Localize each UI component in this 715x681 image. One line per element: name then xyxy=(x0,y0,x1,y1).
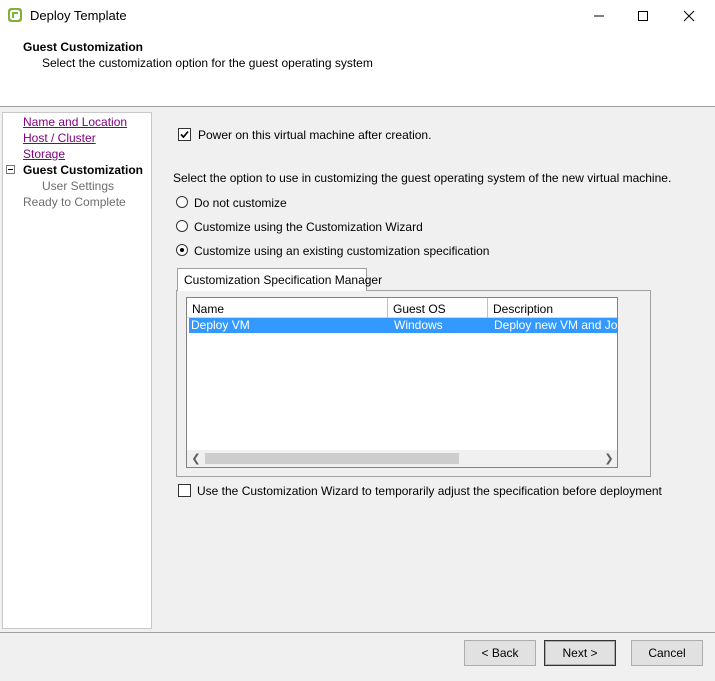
cell-guest-os: Windows xyxy=(394,318,443,332)
next-button[interactable]: Next > xyxy=(544,640,616,666)
radio-customization-wizard[interactable] xyxy=(176,220,188,232)
radio-do-not-customize[interactable] xyxy=(176,196,188,208)
cell-description: Deploy new VM and Join t xyxy=(494,318,618,332)
checkmark-icon xyxy=(180,130,189,139)
specification-table[interactable]: Name Guest OS Description Deploy VM Wind… xyxy=(186,297,618,468)
radio-do-not-customize-label[interactable]: Do not customize xyxy=(194,196,287,210)
back-button[interactable]: < Back xyxy=(464,640,536,666)
wizard-adjust-label: Use the Customization Wizard to temporar… xyxy=(197,484,662,498)
cell-name: Deploy VM xyxy=(191,318,250,332)
scrollbar-thumb[interactable] xyxy=(205,453,459,464)
close-icon xyxy=(683,10,695,21)
close-button[interactable] xyxy=(666,0,712,31)
scroll-right-icon[interactable]: ❯ xyxy=(603,452,615,465)
collapse-icon[interactable] xyxy=(6,165,15,174)
instruction-text: Select the option to use in customizing … xyxy=(173,171,672,185)
step-host-cluster[interactable]: Host / Cluster xyxy=(23,131,96,145)
wizard-adjust-checkbox[interactable] xyxy=(178,484,191,497)
radio-existing-specification-label[interactable]: Customize using an existing customizatio… xyxy=(194,244,489,258)
maximize-icon xyxy=(638,10,648,21)
step-storage[interactable]: Storage xyxy=(23,147,65,161)
radio-customization-wizard-label[interactable]: Customize using the Customization Wizard xyxy=(194,220,423,234)
column-header-description[interactable]: Description xyxy=(488,298,617,318)
scroll-left-icon[interactable]: ❮ xyxy=(190,452,202,465)
footer-divider xyxy=(0,632,715,633)
horizontal-scrollbar[interactable]: ❮ ❯ xyxy=(187,450,617,467)
vsphere-app-icon xyxy=(8,8,22,22)
minimize-icon xyxy=(594,15,604,16)
step-ready-to-complete: Ready to Complete xyxy=(23,195,126,209)
power-on-checkbox[interactable] xyxy=(178,128,191,141)
power-on-label: Power on this virtual machine after crea… xyxy=(198,128,432,142)
column-header-name[interactable]: Name xyxy=(187,298,388,318)
step-guest-customization: Guest Customization xyxy=(23,163,144,177)
page-subtitle: Select the customization option for the … xyxy=(42,56,373,70)
title-bar: Deploy Template xyxy=(0,0,715,31)
page-title: Guest Customization xyxy=(23,40,144,54)
tab-customization-specification-manager[interactable]: Customization Specification Manager xyxy=(177,268,382,291)
column-header-guest-os[interactable]: Guest OS xyxy=(388,298,488,318)
wizard-header: Guest Customization Select the customiza… xyxy=(0,31,715,107)
radio-existing-specification[interactable] xyxy=(176,244,188,256)
step-user-settings: User Settings xyxy=(42,179,115,193)
table-row[interactable]: Deploy VM Windows Deploy new VM and Join… xyxy=(189,318,618,333)
minimize-button[interactable] xyxy=(576,0,622,31)
step-name-and-location[interactable]: Name and Location xyxy=(23,115,127,129)
maximize-button[interactable] xyxy=(620,0,666,31)
cancel-button[interactable]: Cancel xyxy=(631,640,703,666)
window-title: Deploy Template xyxy=(30,8,127,23)
table-header: Name Guest OS Description xyxy=(187,298,617,318)
